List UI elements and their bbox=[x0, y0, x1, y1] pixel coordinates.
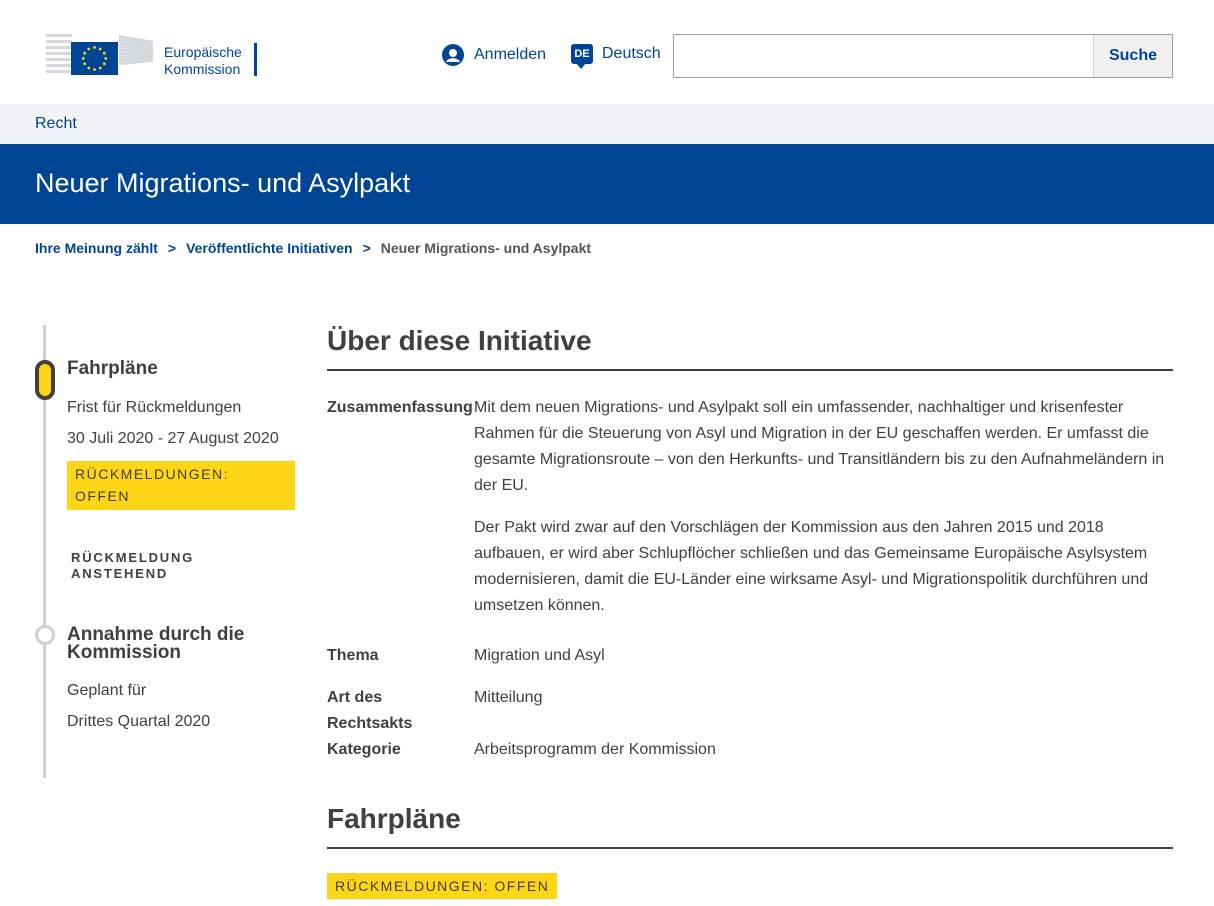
timeline-deadline-label: Frist für Rückmeldungen bbox=[67, 399, 242, 416]
logo-text: Europäische Kommission bbox=[164, 44, 242, 78]
logo-line2: Kommission bbox=[164, 61, 241, 77]
ec-logo[interactable]: Europäische Kommission bbox=[46, 20, 261, 78]
timeline-planned-label: Geplant für bbox=[67, 682, 147, 699]
summary-label: Zusammenfassung bbox=[327, 399, 473, 416]
act-type-label-line2: Rechtsakts bbox=[327, 715, 413, 732]
breadcrumb: Ihre Meinung zählt > Veröffentlichte Ini… bbox=[35, 240, 591, 256]
site-nav-link-recht[interactable]: Recht bbox=[35, 115, 77, 133]
summary-paragraph-2: Der Pakt wird zwar auf den Vorschlägen d… bbox=[474, 519, 1149, 614]
feedback-pending-line1: RÜCKMELDUNG bbox=[71, 550, 195, 565]
logo-divider bbox=[254, 43, 257, 76]
language-label: Deutsch bbox=[602, 45, 661, 62]
act-type-label: Art des Rechtsakts bbox=[327, 685, 412, 737]
section-divider bbox=[327, 369, 1173, 371]
language-selector[interactable]: DE Deutsch bbox=[571, 44, 661, 69]
adoption-title-line2: Kommission bbox=[67, 642, 182, 663]
roadmaps-status-badge: RÜCKMELDUNGEN: OFFEN bbox=[327, 873, 558, 899]
page-title: Neuer Migrations- und Asylpakt bbox=[35, 168, 411, 198]
topic-value: Migration und Asyl bbox=[474, 647, 605, 664]
search-button[interactable]: Suche bbox=[1093, 35, 1172, 77]
site-header: Europäische Kommission Anmelden DE Deuts… bbox=[0, 0, 1214, 104]
breadcrumb-separator: > bbox=[167, 240, 177, 256]
timeline-deadline-dates: 30 Juli 2020 - 27 August 2020 bbox=[67, 430, 279, 447]
status-badge-open: RÜCKMELDUNGEN: OFFEN bbox=[67, 461, 295, 510]
site-nav-bar: Recht bbox=[0, 104, 1214, 144]
timeline-planned-value: Drittes Quartal 2020 bbox=[67, 713, 211, 730]
breadcrumb-item-current: Neuer Migrations- und Asylpakt bbox=[380, 240, 592, 256]
category-value: Arbeitsprogramm der Kommission bbox=[474, 741, 716, 758]
timeline-stage-title-adoption: Annahme durch die Kommission bbox=[67, 625, 244, 663]
search-form: Suche bbox=[673, 34, 1173, 78]
status-badge-line2: OFFEN bbox=[75, 488, 130, 504]
login-label: Anmelden bbox=[474, 46, 547, 63]
breadcrumb-item-initiativen[interactable]: Veröffentlichte Initiativen bbox=[186, 240, 352, 256]
language-icon: DE bbox=[571, 44, 593, 69]
search-input[interactable] bbox=[674, 35, 1093, 77]
status-badge-line1: RÜCKMELDUNGEN: bbox=[75, 466, 230, 482]
logo-line1: Europäische bbox=[164, 44, 242, 60]
category-label: Kategorie bbox=[327, 741, 401, 758]
section-divider bbox=[327, 847, 1173, 849]
login-link[interactable]: Anmelden bbox=[442, 44, 546, 66]
topic-label: Thema bbox=[327, 647, 379, 664]
page-header-banner: Neuer Migrations- und Asylpakt bbox=[0, 144, 1214, 224]
summary-paragraph-1: Mit dem neuen Migrations- und Asylpakt s… bbox=[474, 399, 1165, 494]
roadmaps-heading: Fahrpläne bbox=[327, 803, 461, 834]
breadcrumb-item-ihre-meinung[interactable]: Ihre Meinung zählt bbox=[35, 240, 158, 256]
breadcrumb-separator: > bbox=[362, 240, 371, 256]
feedback-pending-status: RÜCKMELDUNG ANSTEHEND bbox=[71, 550, 194, 582]
timeline-stage-title-fahrplaene: Fahrpläne bbox=[67, 358, 158, 379]
timeline-active-marker bbox=[35, 360, 55, 400]
ec-logo-icon bbox=[46, 34, 153, 75]
feedback-pending-line2: ANSTEHEND bbox=[71, 566, 169, 581]
user-icon bbox=[442, 44, 464, 66]
act-type-label-line1: Art des bbox=[327, 689, 383, 706]
act-type-value: Mitteilung bbox=[474, 689, 543, 706]
about-heading: Über diese Initiative bbox=[327, 325, 592, 356]
timeline-future-marker bbox=[35, 625, 55, 645]
